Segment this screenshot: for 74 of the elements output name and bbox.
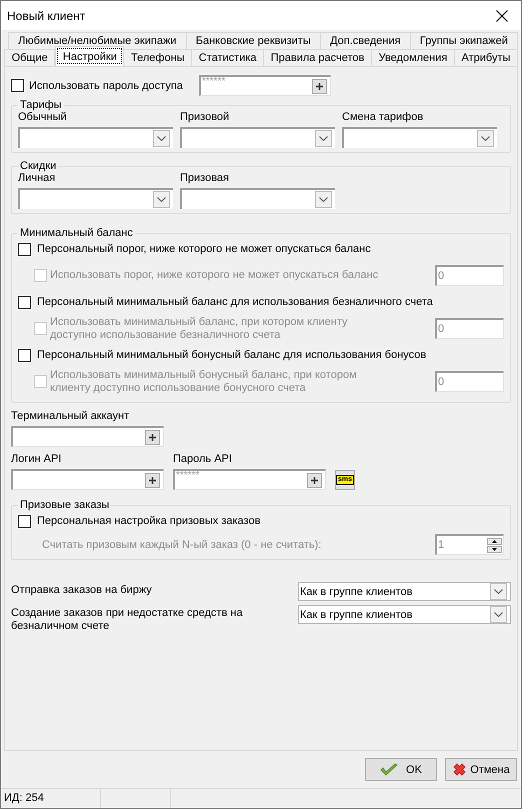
input-field[interactable] [11, 469, 164, 490]
window-title: Новый клиент [7, 8, 86, 22]
checkmark-icon [380, 762, 398, 776]
dropdown[interactable] [342, 127, 497, 148]
dropdown[interactable]: Как в группе клиентов [298, 582, 511, 601]
group-title: Тарифы [19, 99, 63, 111]
close-icon [496, 10, 508, 22]
checkbox[interactable] [18, 296, 31, 308]
checkbox[interactable] [18, 514, 31, 528]
chevron-down-icon [319, 136, 328, 141]
group-title: Минимальный баланс [19, 227, 134, 239]
add-button[interactable] [307, 472, 322, 488]
plus-icon [149, 476, 156, 484]
setting-label: Создание заказов при недостатке средств на безналичном счете [11, 606, 244, 633]
field-label: Призовая [180, 172, 230, 184]
add-button[interactable] [145, 430, 160, 444]
dropdown[interactable] [18, 188, 173, 209]
checkbox-label: Использовать минимальный баланс, при котором клиенту доступно использование безналичного счета [50, 316, 348, 342]
tab[interactable]: Любимые/нелюбимые экипажи [8, 32, 187, 49]
ok-button[interactable]: OK [365, 758, 437, 781]
checkbox-label: Использовать порог, ниже которого не может опускаться баланс [50, 269, 378, 282]
group-title: Призовые заказы [19, 499, 110, 511]
checkbox-label: Использовать минимальный бонусный баланс, при котором клиенту доступно использование бонусного счета [50, 368, 358, 394]
plus-icon [149, 434, 156, 440]
field-label: Личная [18, 172, 56, 184]
tab[interactable]: Правила расчетов [264, 49, 372, 66]
chevron-down-icon [157, 136, 166, 141]
tab[interactable]: Телефоны [124, 49, 192, 66]
add-button[interactable] [312, 78, 327, 94]
input-field[interactable] [11, 426, 164, 447]
plus-icon [316, 82, 323, 90]
field-label: Обычный [18, 111, 68, 123]
checkbox[interactable] [11, 79, 24, 92]
field-label: Логин API [11, 453, 62, 465]
tab[interactable]: Группы экипажей [410, 32, 518, 49]
cancel-button[interactable]: Отмена [445, 758, 517, 781]
checkbox[interactable] [18, 348, 31, 362]
tab[interactable]: Уведомления [372, 49, 455, 66]
checkbox-label: Персональная настройка призовых заказов [37, 515, 260, 527]
tab[interactable]: Общие [4, 49, 56, 66]
tab[interactable]: Доп.сведения [320, 32, 411, 49]
field-label: Пароль API [173, 453, 233, 465]
tab[interactable]: Статистика [192, 49, 264, 66]
chevron-down-icon [481, 136, 490, 141]
checkbox-label: Использовать пароль доступа [29, 80, 184, 92]
up-arrow-icon [492, 540, 497, 542]
field-label: Призовой [180, 111, 230, 123]
dropdown[interactable] [18, 127, 173, 148]
status-text: ИД: 254 [4, 792, 44, 804]
field-label: Смена тарифов [342, 111, 424, 123]
down-arrow-icon [492, 548, 497, 550]
chevron-down-icon [157, 197, 166, 202]
spin-down-button[interactable] [487, 546, 502, 552]
dropdown[interactable]: Как в группе клиентов [298, 605, 511, 624]
tab[interactable]: Атрибуты [454, 49, 518, 66]
tab[interactable]: Настройки [55, 46, 124, 66]
dropdown[interactable] [180, 188, 335, 209]
checkbox-label: Персональный минимальный баланс для использования безналичного счета [37, 296, 433, 308]
field-label: Терминальный аккаунт [11, 410, 130, 422]
checkbox[interactable] [18, 242, 31, 256]
chevron-down-icon [494, 589, 503, 594]
chevron-down-icon [319, 197, 328, 202]
checkbox-label: Персональный минимальный бонусный баланс для использования бонусов [37, 349, 426, 361]
chevron-down-icon [494, 612, 503, 617]
checkbox-label: Персональный порог, ниже которого не может опускаться баланс [37, 243, 371, 255]
setting-label: Отправка заказов на биржу [11, 583, 153, 597]
group-title: Скидки [19, 160, 58, 172]
cross-icon [452, 762, 468, 777]
add-button[interactable] [145, 472, 160, 488]
dropdown[interactable] [180, 127, 335, 148]
spin-up-button[interactable] [487, 538, 502, 544]
tab[interactable]: Банковские реквизиты [186, 32, 321, 49]
field-label: Считать призовым каждый N-ый заказ (0 - не считать): [42, 538, 322, 550]
plus-icon [311, 476, 318, 484]
